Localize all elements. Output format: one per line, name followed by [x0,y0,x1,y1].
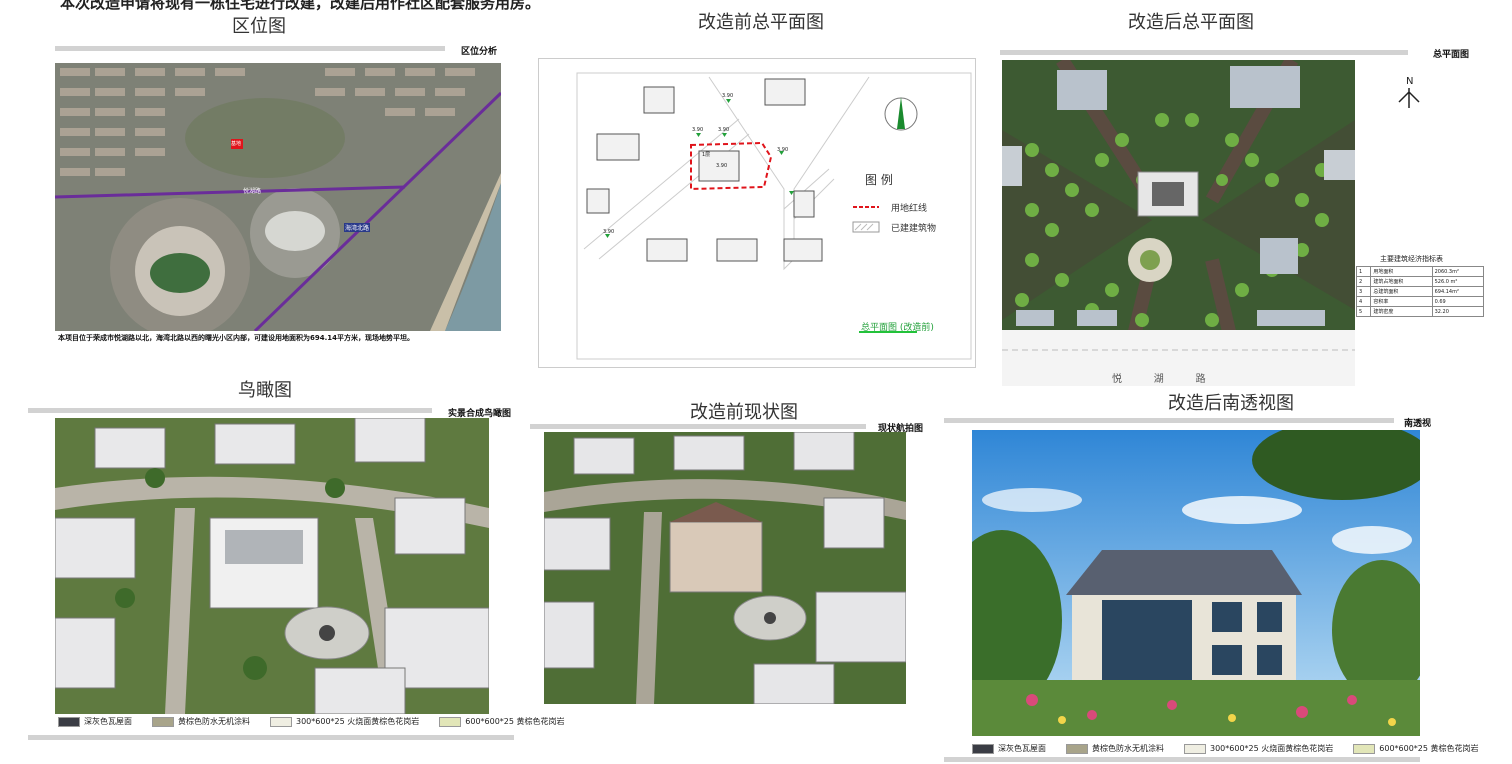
table-row: 4 容积率 0.69 [1355,296,1485,307]
perspective-svg [972,430,1420,736]
swatch-paint [1066,743,1088,754]
econ-table-title: 主要建筑经济指标表 [1380,255,1443,263]
aerial-title: 鸟瞰图 [238,380,292,401]
aerial-bar [28,408,432,413]
location-bar [55,46,445,51]
after-plan-bar [1000,50,1408,55]
swatch-granite [1353,743,1376,754]
swatch-granite [439,716,462,727]
after-plan-svg [1002,60,1355,386]
swatch-roof [972,743,994,754]
road-label-yuehu: 悦湖路 [243,188,262,195]
before-plan-label: 总平面图 (改造前) [861,323,934,333]
table-row: 3 总建筑面积 694.14m² [1355,286,1485,297]
swatch-paint [152,716,174,727]
table-row: 5 建筑密度 32.20 [1355,306,1485,317]
before-plan-sheet: 图 例 用地红线 已建建筑物 总平面图 (改造前) 3.90 3.90 3.90… [538,58,976,368]
after-plan-render: 悦 湖 路 [1002,60,1355,386]
material-granite: 600*600*25 黄棕色花岗岩 [1353,743,1479,754]
material-granite: 600*600*25 黄棕色花岗岩 [439,716,565,727]
after-plan-tag: 总平面图 [1433,50,1470,60]
aerial-render [55,418,489,714]
swatch-granite-fire [1184,743,1206,754]
elev-4: 3.90 [777,147,789,153]
material-paint: 黄棕色防水无机涂料 [152,716,250,727]
legend-red-line-label: 用地红线 [891,204,928,214]
after-plan-title: 改造后总平面图 [1128,12,1254,33]
before-legend-title: 图 例 [865,173,893,187]
inner-elev-label: 3.90 [716,163,728,169]
material-roof: 深灰色瓦屋面 [58,716,132,727]
location-title: 区位图 [232,16,286,37]
location-map: 基地 悦湖路 海湾北路 [55,63,501,331]
material-paint: 黄棕色防水无机涂料 [1066,743,1164,754]
before-plan-title: 改造前总平面图 [698,12,824,33]
elev-3: 3.90 [718,127,730,133]
perspective-render [972,430,1420,736]
elev-1: 3.90 [722,93,734,99]
perspective-title: 改造后南透视图 [1168,393,1294,414]
site-marker-label: 基地 [231,141,242,147]
current-title: 改造前现状图 [690,402,798,423]
perspective-bar [944,418,1394,423]
table-row: 2 建筑占地面积 526.0 m² [1355,276,1485,287]
perspective-bottom-bar [944,757,1420,762]
legend-building-label: 已建建筑物 [891,224,937,234]
perspective-tag: 南透视 [1404,419,1432,429]
current-svg [544,432,906,704]
swatch-granite-fire [270,716,292,727]
aerial-svg [55,418,489,714]
current-photo [544,432,906,704]
swatch-roof [58,716,80,727]
location-map-svg [55,63,501,331]
table-row: 1 用地面积 2060.3m² [1355,266,1485,277]
road-label-haiwan: 海湾北路 [344,223,371,232]
material-roof: 深灰色瓦屋面 [972,743,1046,754]
north-arrow-icon [1398,88,1420,108]
econ-table: 1 用地面积 2060.3m² 2 建筑占地面积 526.0 m² 3 总建筑面积 694.… [1355,266,1485,317]
aerial-bottom-bar [28,735,514,740]
location-tag: 区位分析 [461,47,498,57]
elev-5: 3.90 [603,229,615,235]
material-granite-fire: 300*600*25 火烧面黄棕色花岗岩 [1184,743,1333,754]
current-bar [530,424,866,429]
top-caption-line: 本次改造申请将现有一栋住宅进行改建，改建后用作社区配套服务用房。 [60,0,541,12]
location-caption: 本项目位于荣成市悦湖路以北，海湾北路以西的曙光小区内部，可建设用地面积为694.… [58,334,415,342]
perspective-material-legend: 深灰色瓦屋面 黄棕色防水无机涂料 300*600*25 火烧面黄棕色花岗岩 60… [972,743,1493,754]
after-road-label: 悦 湖 路 [1112,374,1206,385]
inner-floor-label: 1层 [702,152,711,158]
elev-2: 3.90 [692,127,704,133]
aerial-material-legend: 深灰色瓦屋面 黄棕色防水无机涂料 300*600*25 火烧面黄棕色花岗岩 60… [58,716,579,727]
material-granite-fire: 300*600*25 火烧面黄棕色花岗岩 [270,716,419,727]
